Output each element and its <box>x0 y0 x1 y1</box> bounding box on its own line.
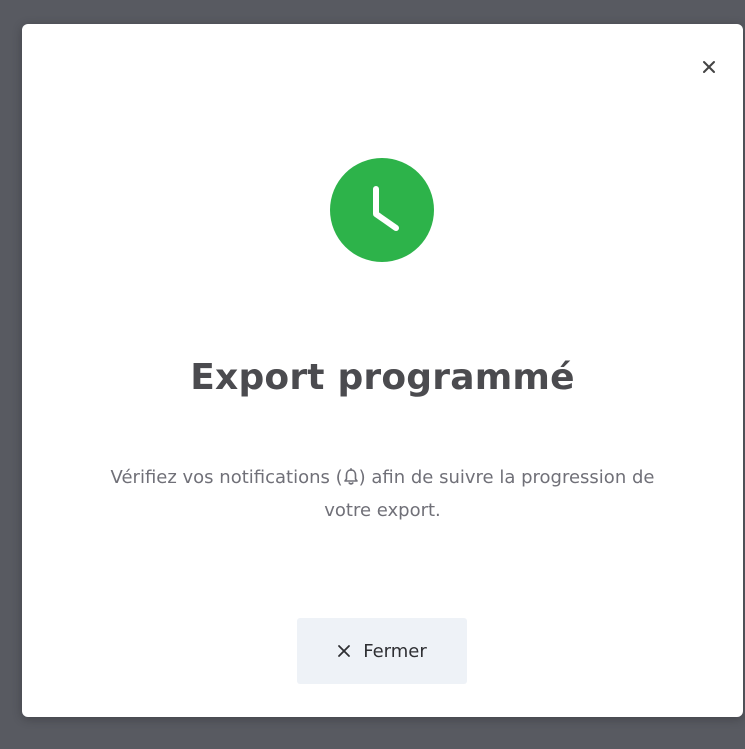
message-text-end: ) afin de suivre la progression de votre… <box>324 467 655 521</box>
message-text-start: Vérifiez vos notifications ( <box>110 467 343 488</box>
close-button[interactable]: Fermer <box>297 618 467 684</box>
close-icon <box>338 645 351 657</box>
close-button-label: Fermer <box>363 640 427 662</box>
dialog-close-icon[interactable] <box>699 57 719 77</box>
bell-icon <box>343 464 359 485</box>
dialog-title: Export programmé <box>190 357 575 398</box>
dialog-message: Vérifiez vos notifications () afin de su… <box>102 461 663 527</box>
export-scheduled-dialog: Export programmé Vérifiez vos notificati… <box>22 24 743 717</box>
clock-icon <box>330 158 434 262</box>
